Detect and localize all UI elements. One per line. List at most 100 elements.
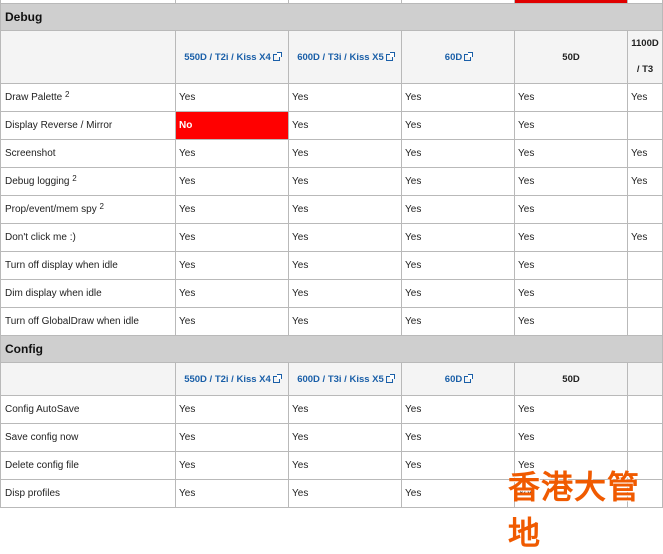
footnote-marker: 2 [65, 90, 70, 99]
external-link-icon [272, 373, 282, 383]
footnote-marker: 2 [72, 174, 77, 183]
compatibility-table: Debug 550D / T2i / Kiss X4 600D / T3i / … [0, 0, 663, 508]
section-title-debug: Debug [0, 3, 663, 31]
support-cell: Yes [401, 423, 515, 452]
column-label-50d: 50D [562, 51, 580, 63]
feature-name: Turn off GlobalDraw when idle [0, 307, 176, 336]
feature-name: Screenshot [0, 139, 176, 168]
support-cell: Yes [175, 395, 289, 424]
support-cell: Yes [175, 307, 289, 336]
support-cell: Yes [175, 195, 289, 224]
feature-name: Debug logging 2 [0, 167, 176, 196]
footnote-marker: 2 [99, 202, 104, 211]
support-cell: Yes [175, 83, 289, 112]
support-cell: Yes [288, 167, 402, 196]
support-cell: Yes [288, 307, 402, 336]
table-row: Config AutoSave Yes Yes Yes Yes [0, 395, 663, 424]
support-cell [627, 423, 663, 452]
support-cell: Yes [627, 83, 663, 112]
support-cell: Yes [401, 195, 515, 224]
support-cell: Yes [288, 111, 402, 140]
support-cell: Yes [288, 223, 402, 252]
table-row: Draw Palette 2 Yes Yes Yes Yes Yes [0, 83, 663, 112]
support-cell: Yes [514, 111, 628, 140]
support-cell: Yes [514, 83, 628, 112]
column-link-60d[interactable]: 60D [445, 373, 474, 385]
column-link-60d[interactable]: 60D [445, 51, 474, 63]
support-cell: Yes [288, 139, 402, 168]
support-cell: Yes [288, 423, 402, 452]
feature-name: Draw Palette 2 [0, 83, 176, 112]
feature-name: Display Reverse / Mirror [0, 111, 176, 140]
support-cell: Yes [288, 479, 402, 508]
table-row: Turn off display when idle Yes Yes Yes Yes [0, 251, 663, 280]
support-cell: Yes [401, 167, 515, 196]
feature-name: Dim display when idle [0, 279, 176, 308]
table-row: Debug logging 2 Yes Yes Yes Yes Yes [0, 167, 663, 196]
support-cell: Yes [288, 279, 402, 308]
table-row: Dim display when idle Yes Yes Yes Yes [0, 279, 663, 308]
support-cell: Yes [175, 223, 289, 252]
external-link-icon [464, 51, 474, 61]
external-link-icon [385, 373, 395, 383]
table-row: Screenshot Yes Yes Yes Yes Yes [0, 139, 663, 168]
header-row-config: 550D / T2i / Kiss X4 600D / T3i / Kiss X… [0, 362, 663, 396]
support-cell: Yes [627, 223, 663, 252]
support-cell: Yes [175, 251, 289, 280]
support-cell: Yes [514, 195, 628, 224]
external-link-icon [272, 51, 282, 61]
support-cell: Yes [401, 83, 515, 112]
external-link-icon [464, 373, 474, 383]
support-cell: Yes [175, 479, 289, 508]
support-cell: Yes [514, 251, 628, 280]
table-row: Prop/event/mem spy 2 Yes Yes Yes Yes [0, 195, 663, 224]
debug-rows: Draw Palette 2 Yes Yes Yes Yes Yes Display Rev… [0, 83, 663, 336]
support-cell: Yes [175, 167, 289, 196]
section-debug: Debug [0, 3, 663, 31]
column-link-550d[interactable]: 550D / T2i / Kiss X4 [184, 373, 282, 385]
support-cell: No [175, 111, 289, 140]
support-cell: Yes [401, 395, 515, 424]
feature-name: Save config now [0, 423, 176, 452]
support-cell: Yes [514, 139, 628, 168]
column-link-600d[interactable]: 600D / T3i / Kiss X5 [297, 51, 395, 63]
support-cell: Yes [514, 223, 628, 252]
table-row: Display Reverse / Mirror No Yes Yes Yes [0, 111, 663, 140]
support-cell: Yes [401, 251, 515, 280]
watermark-logo: 香港大管地 [508, 468, 641, 552]
support-cell: Yes [401, 279, 515, 308]
section-title-config: Config [0, 335, 663, 363]
support-cell [627, 395, 663, 424]
section-config: Config [0, 335, 663, 363]
support-cell: Yes [401, 307, 515, 336]
support-cell [627, 195, 663, 224]
support-cell: Yes [627, 167, 663, 196]
feature-name: Turn off display when idle [0, 251, 176, 280]
header-blank [0, 362, 176, 396]
feature-name: Disp profiles [0, 479, 176, 508]
support-cell: Yes [401, 479, 515, 508]
table-row: Don't click me :) Yes Yes Yes Yes Yes [0, 223, 663, 252]
support-cell: Yes [401, 451, 515, 480]
feature-name: Delete config file [0, 451, 176, 480]
support-cell [627, 279, 663, 308]
support-cell: Yes [175, 279, 289, 308]
support-cell: Yes [175, 423, 289, 452]
support-cell: Yes [514, 423, 628, 452]
support-cell: Yes [175, 451, 289, 480]
support-cell [627, 251, 663, 280]
support-cell: Yes [401, 111, 515, 140]
support-cell: Yes [288, 451, 402, 480]
column-label-50d: 50D [562, 373, 580, 385]
support-cell: Yes [627, 139, 663, 168]
support-cell: Yes [514, 167, 628, 196]
header-blank [0, 30, 176, 84]
feature-name: Config AutoSave [0, 395, 176, 424]
support-cell: Yes [401, 139, 515, 168]
support-cell [627, 111, 663, 140]
support-cell: Yes [288, 251, 402, 280]
header-row-debug: 550D / T2i / Kiss X4 600D / T3i / Kiss X… [0, 30, 663, 84]
column-link-550d[interactable]: 550D / T2i / Kiss X4 [184, 51, 282, 63]
external-link-icon [385, 51, 395, 61]
column-link-600d[interactable]: 600D / T3i / Kiss X5 [297, 373, 395, 385]
